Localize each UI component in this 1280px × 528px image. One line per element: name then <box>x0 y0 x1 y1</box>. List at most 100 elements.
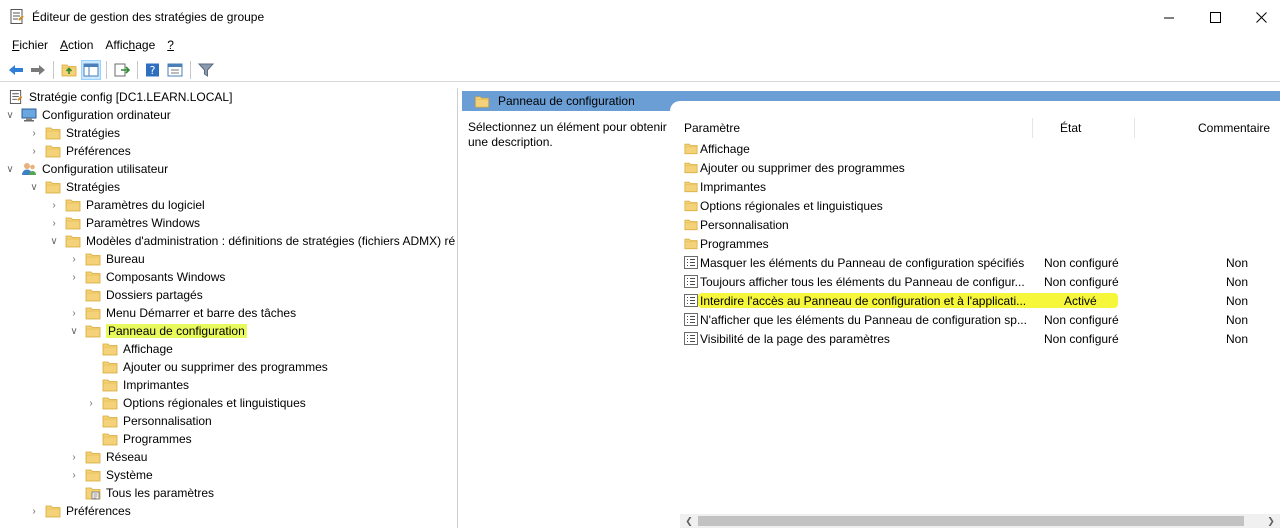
tree-root[interactable]: Stratégie config [DC1.LEARN.LOCAL] <box>8 88 232 106</box>
policy-row[interactable]: Masquer les éléments du Panneau de confi… <box>680 254 1280 272</box>
menu-affichage[interactable]: Affichage <box>99 38 161 52</box>
list-item-folder[interactable]: Imprimantes <box>680 178 1280 196</box>
list-item-folder[interactable]: Programmes <box>680 235 1280 253</box>
folder-icon <box>45 180 61 194</box>
collapse-chevron-icon[interactable]: ∨ <box>4 160 16 178</box>
properties-button[interactable] <box>165 60 185 80</box>
export-list-button[interactable] <box>112 60 132 80</box>
tree-control-panel[interactable]: ∨ Panneau de configuration <box>68 322 247 340</box>
column-divider[interactable] <box>1134 118 1135 138</box>
tree-pane: Stratégie config [DC1.LEARN.LOCAL] ∨ Con… <box>0 88 458 528</box>
tree-all-settings[interactable]: Tous les paramètres <box>85 484 214 502</box>
expand-chevron-icon[interactable]: › <box>85 394 97 412</box>
help-button[interactable]: ? <box>143 60 163 80</box>
folder-icon <box>65 198 81 212</box>
list-item-folder[interactable]: Ajouter ou supprimer des programmes <box>680 159 1280 177</box>
show-tree-icon <box>83 63 99 76</box>
folder-icon <box>102 432 118 446</box>
tree-computer-preferences[interactable]: › Préférences <box>28 142 130 160</box>
tree-start-menu[interactable]: › Menu Démarrer et barre des tâches <box>68 304 296 322</box>
scrollbar-thumb[interactable] <box>698 516 1244 526</box>
minimize-button[interactable] <box>1146 0 1192 34</box>
svg-text:?: ? <box>150 64 156 77</box>
minimize-icon <box>1163 17 1174 18</box>
expand-chevron-icon[interactable]: › <box>48 214 60 232</box>
list-item-folder[interactable]: Affichage <box>680 140 1280 158</box>
column-header-state[interactable]: État <box>1060 118 1081 138</box>
tree-software-settings[interactable]: › Paramètres du logiciel <box>48 196 204 214</box>
policy-setting-icon <box>684 256 698 269</box>
scroll-right-icon[interactable]: ❯ <box>1264 514 1278 528</box>
policy-row[interactable]: N'afficher que les éléments du Panneau d… <box>680 311 1280 329</box>
filter-icon <box>198 63 214 77</box>
list-item-folder[interactable]: Personnalisation <box>680 216 1280 234</box>
tree-cp-printers[interactable]: Imprimantes <box>102 376 189 394</box>
menu-fichier[interactable]: Fichier <box>6 38 54 52</box>
tree-cp-display[interactable]: Affichage <box>102 340 173 358</box>
tree-user-config[interactable]: ∨ Configuration utilisateur <box>4 160 168 178</box>
list-item-folder[interactable]: Options régionales et linguistiques <box>680 197 1280 215</box>
tree-cp-programs[interactable]: Programmes <box>102 430 192 448</box>
description-text: Sélectionnez un élément pour obtenir une… <box>468 120 667 149</box>
up-folder-icon <box>61 63 77 77</box>
close-button[interactable] <box>1238 0 1280 34</box>
maximize-button[interactable] <box>1192 0 1238 34</box>
expand-chevron-icon[interactable]: › <box>68 466 80 484</box>
collapse-chevron-icon[interactable]: ∨ <box>68 322 80 340</box>
expand-chevron-icon[interactable]: › <box>68 304 80 322</box>
forward-button[interactable] <box>28 60 48 80</box>
export-list-icon <box>114 63 130 76</box>
scroll-left-icon[interactable]: ❮ <box>682 514 696 528</box>
tree-root-label: Stratégie config [DC1.LEARN.LOCAL] <box>29 90 233 104</box>
expand-chevron-icon[interactable]: › <box>28 142 40 160</box>
folder-icon <box>102 342 118 356</box>
folder-icon <box>45 144 61 158</box>
horizontal-scrollbar[interactable]: ❮ ❯ <box>680 514 1280 528</box>
maximize-icon <box>1209 11 1221 23</box>
column-header-comment[interactable]: Commentaire <box>1198 118 1270 138</box>
folder-icon <box>85 252 101 266</box>
collapse-chevron-icon[interactable]: ∨ <box>4 106 16 124</box>
folder-icon <box>85 324 101 338</box>
folder-icon <box>102 414 118 428</box>
tree-admin-templates[interactable]: ∨ Modèles d'administration : définitions… <box>48 232 455 250</box>
tree-windows-components[interactable]: › Composants Windows <box>68 268 225 286</box>
collapse-chevron-icon[interactable]: ∨ <box>28 178 40 196</box>
policy-setting-icon <box>684 275 698 288</box>
policy-document-icon <box>8 90 24 104</box>
menu-help[interactable]: ? <box>161 38 180 52</box>
tree-network[interactable]: › Réseau <box>68 448 147 466</box>
column-header-setting[interactable]: Paramètre <box>684 118 1024 138</box>
up-one-level-button[interactable] <box>59 60 79 80</box>
tree-shared-folders[interactable]: Dossiers partagés <box>85 286 203 304</box>
expand-chevron-icon[interactable]: › <box>28 124 40 142</box>
policy-row-highlighted[interactable]: Interdire l'accès au Panneau de configur… <box>680 292 1280 310</box>
tree-cp-regional[interactable]: › Options régionales et linguistiques <box>85 394 305 412</box>
expand-chevron-icon[interactable]: › <box>28 502 40 520</box>
tree-system[interactable]: › Système <box>68 466 152 484</box>
folder-icon <box>474 95 490 108</box>
tree-cp-add-remove[interactable]: Ajouter ou supprimer des programmes <box>102 358 328 376</box>
app-icon <box>10 9 24 24</box>
collapse-chevron-icon[interactable]: ∨ <box>48 232 60 250</box>
menu-action[interactable]: Action <box>54 38 99 52</box>
policy-row[interactable]: Visibilité de la page des paramètres Non… <box>680 330 1280 348</box>
tree-computer-config[interactable]: ∨ Configuration ordinateur <box>4 106 171 124</box>
toolbar: ? <box>0 58 1280 82</box>
tree-user-preferences[interactable]: › Préférences <box>28 502 130 520</box>
column-divider[interactable] <box>1032 118 1033 138</box>
tree-user-strategies[interactable]: ∨ Stratégies <box>28 178 120 196</box>
tree-computer-strategies[interactable]: › Stratégies <box>28 124 120 142</box>
expand-chevron-icon[interactable]: › <box>68 448 80 466</box>
policy-row[interactable]: Toujours afficher tous les éléments du P… <box>680 273 1280 291</box>
tree-windows-settings[interactable]: › Paramètres Windows <box>48 214 200 232</box>
expand-chevron-icon[interactable]: › <box>68 268 80 286</box>
tree-cp-personalization[interactable]: Personnalisation <box>102 412 212 430</box>
expand-chevron-icon[interactable]: › <box>68 250 80 268</box>
expand-chevron-icon[interactable]: › <box>48 196 60 214</box>
toolbar-separator <box>53 60 54 79</box>
filter-button[interactable] <box>196 60 216 80</box>
back-button[interactable] <box>6 60 26 80</box>
show-hide-tree-button[interactable] <box>81 59 101 80</box>
tree-desktop[interactable]: › Bureau <box>68 250 144 268</box>
